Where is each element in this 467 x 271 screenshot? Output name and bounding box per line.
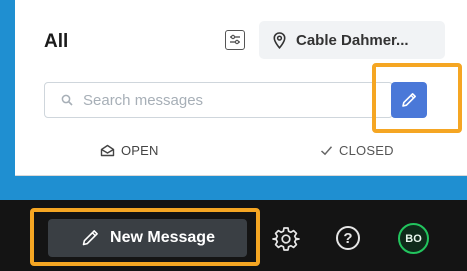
- location-label: Cable Dahmer...: [296, 31, 409, 49]
- filter-button[interactable]: [225, 30, 245, 50]
- check-icon: [320, 146, 333, 156]
- blue-gap: [0, 176, 467, 200]
- tab-closed-label: CLOSED: [339, 143, 394, 158]
- help-button[interactable]: ?: [336, 226, 360, 250]
- avatar[interactable]: BO: [398, 223, 429, 254]
- tab-open[interactable]: OPEN: [100, 143, 159, 158]
- location-selector[interactable]: Cable Dahmer...: [259, 21, 445, 59]
- compose-highlight-box: [372, 63, 462, 133]
- sliders-icon: [230, 34, 240, 45]
- avatar-initials: BO: [405, 232, 422, 245]
- page-title: All: [44, 31, 69, 52]
- new-message-highlight-box: [30, 208, 260, 266]
- question-icon: ?: [343, 229, 353, 247]
- map-pin-icon: [273, 31, 286, 49]
- gear-icon: [272, 227, 300, 251]
- envelope-open-icon: [100, 144, 115, 157]
- search-box[interactable]: [44, 82, 393, 118]
- settings-button[interactable]: [271, 224, 301, 254]
- search-icon: [61, 94, 73, 106]
- tab-closed[interactable]: CLOSED: [320, 143, 394, 158]
- search-input[interactable]: [81, 90, 385, 110]
- tab-open-label: OPEN: [121, 143, 159, 158]
